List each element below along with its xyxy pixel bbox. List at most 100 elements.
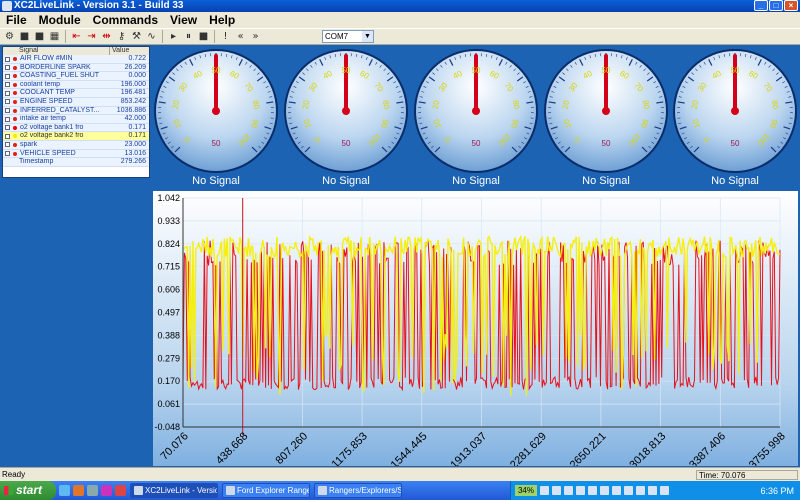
range-end-icon[interactable]: ⇥ — [85, 30, 98, 43]
task-xc2livelink[interactable]: XC2LiveLink - Version ... — [130, 483, 218, 498]
tray-icon[interactable] — [552, 486, 561, 495]
tray-icon[interactable] — [648, 486, 657, 495]
signal-value: 26.209 — [124, 63, 146, 71]
task-rangers[interactable]: Rangers/Explorers/S... — [314, 483, 402, 498]
signal-row[interactable]: coolant temp 196.000 — [3, 80, 149, 90]
gauge-center-label: 50 — [472, 139, 481, 148]
explorer-icon[interactable] — [87, 485, 98, 496]
stop-record-icon[interactable]: ■ — [197, 30, 210, 43]
pause-icon[interactable]: ⏸ — [182, 30, 195, 43]
range-start-icon[interactable]: ⇤ — [70, 30, 83, 43]
start-button[interactable]: start — [0, 481, 56, 500]
signal-checkbox[interactable] — [5, 99, 10, 105]
signal-row[interactable]: COASTING_FUEL SHUT 0.000 — [3, 72, 149, 81]
gauge-status: No Signal — [711, 175, 759, 187]
signal-row[interactable]: ENGINE SPEED 853.242 — [3, 97, 149, 107]
connect-icon[interactable]: ⚙ — [3, 30, 16, 43]
signal-column-header[interactable]: Signal — [3, 47, 110, 55]
window-title: XC2LiveLink - Version 3.1 - Build 33 — [14, 0, 184, 11]
tray-icon[interactable] — [636, 486, 645, 495]
forward-icon[interactable]: » — [249, 30, 262, 43]
signal-name: o2 voltage bank1 fro — [20, 123, 84, 131]
key-icon[interactable]: ⚷ — [115, 30, 128, 43]
signal-value: 279.266 — [120, 158, 146, 166]
signal-checkbox[interactable] — [5, 133, 10, 139]
play-icon[interactable]: ▸ — [167, 30, 180, 43]
signal-name: o2 voltage bank2 fro — [20, 132, 84, 140]
media-icon[interactable] — [101, 485, 112, 496]
signal-checkbox[interactable] — [5, 125, 10, 131]
close-button[interactable]: × — [784, 0, 798, 11]
signal-checkbox[interactable] — [5, 151, 10, 157]
tray-icon[interactable] — [576, 486, 585, 495]
tray-icon[interactable] — [624, 486, 633, 495]
task-app-icon — [134, 486, 143, 495]
menu-view[interactable]: View — [170, 12, 197, 28]
status-text: Ready — [2, 470, 26, 479]
wave-icon[interactable]: ∿ — [145, 30, 158, 43]
gauge-5: 0 10 20 30 40 50 60 70 80 90 100 50 No Signal — [671, 47, 799, 189]
gauge-tick-label: 50 — [472, 66, 481, 75]
signal-name: coolant temp — [20, 80, 61, 88]
signal-checkbox[interactable] — [5, 73, 10, 79]
task-label: Rangers/Explorers/S... — [329, 486, 402, 495]
y-tick-label: 0.824 — [157, 239, 180, 249]
tray-icon[interactable] — [600, 486, 609, 495]
com-port-select[interactable]: COM7 ▼ — [322, 30, 374, 43]
menu-help[interactable]: Help — [209, 12, 235, 28]
menu-commands[interactable]: Commands — [93, 12, 158, 28]
y-tick-label: 0.497 — [157, 308, 180, 318]
signal-checkbox[interactable] — [5, 90, 10, 96]
tray-icon[interactable] — [612, 486, 621, 495]
wrench-icon[interactable]: ⚒ — [130, 30, 143, 43]
rewind-icon[interactable]: « — [234, 30, 247, 43]
signal-row[interactable]: intake air temp 42.000 — [3, 115, 149, 124]
ie-icon[interactable] — [59, 485, 70, 496]
battery-indicator[interactable]: 34% — [515, 485, 537, 496]
app-quicklaunch-icon[interactable] — [115, 485, 126, 496]
signal-row[interactable]: BORDERLINE SPARK 26.209 — [3, 63, 149, 73]
firefox-icon[interactable] — [73, 485, 84, 496]
signal-name: COOLANT TEMP — [20, 89, 75, 97]
gauge-status: No Signal — [582, 175, 630, 187]
signal-value: 853.242 — [120, 97, 146, 105]
menu-module[interactable]: Module — [39, 12, 81, 28]
signal-row[interactable]: AIR FLOW #MIN 0.722 — [3, 55, 149, 64]
value-column-header[interactable]: Value — [110, 47, 149, 55]
tray-icon[interactable] — [564, 486, 573, 495]
signal-checkbox[interactable] — [5, 56, 10, 62]
signal-row[interactable]: spark 23.000 — [3, 140, 149, 150]
volume-icon[interactable] — [660, 486, 669, 495]
grid-icon[interactable]: ▦ — [48, 30, 61, 43]
chevron-down-icon[interactable]: ▼ — [362, 31, 373, 42]
y-tick-label: 0.715 — [157, 262, 180, 272]
signal-checkbox[interactable] — [5, 82, 10, 88]
gauge-tick-label: 50 — [731, 66, 740, 75]
minimize-button[interactable]: _ — [754, 0, 768, 11]
menu-file[interactable]: File — [6, 12, 27, 28]
signal-checkbox[interactable] — [5, 65, 10, 71]
signal-name: spark — [20, 140, 38, 148]
signal-row[interactable]: o2 voltage bank2 fro 0.171 — [3, 132, 149, 141]
range-both-icon[interactable]: ⇹ — [100, 30, 113, 43]
maximize-button[interactable]: □ — [769, 0, 783, 11]
signal-row[interactable]: COOLANT TEMP 196.481 — [3, 89, 149, 98]
signal-checkbox[interactable] — [5, 116, 10, 122]
signal-value: 0.722 — [128, 55, 146, 62]
gauge-hub — [731, 107, 739, 115]
signal-checkbox[interactable] — [5, 108, 10, 114]
signal-value: 0.171 — [128, 123, 146, 131]
signal-checkbox[interactable] — [5, 142, 10, 148]
signal-row[interactable]: Timestamp 279.266 — [3, 158, 149, 167]
tray-icon[interactable] — [588, 486, 597, 495]
signal-row[interactable]: VEHICLE SPEED 13.016 — [3, 149, 149, 159]
tray-icon[interactable] — [540, 486, 549, 495]
task-ford-explorer[interactable]: Ford Explorer Ranger... — [222, 483, 310, 498]
square-icon[interactable]: ■ — [33, 30, 46, 43]
signal-color-icon — [13, 151, 17, 156]
signal-row[interactable]: o2 voltage bank1 fro 0.171 — [3, 123, 149, 133]
stop-icon[interactable]: ■ — [18, 30, 31, 43]
signal-color-icon — [13, 142, 17, 147]
signal-row[interactable]: INFERRED_CATALYST... 1036.886 — [3, 106, 149, 116]
marker-icon[interactable]: ! — [219, 30, 232, 43]
